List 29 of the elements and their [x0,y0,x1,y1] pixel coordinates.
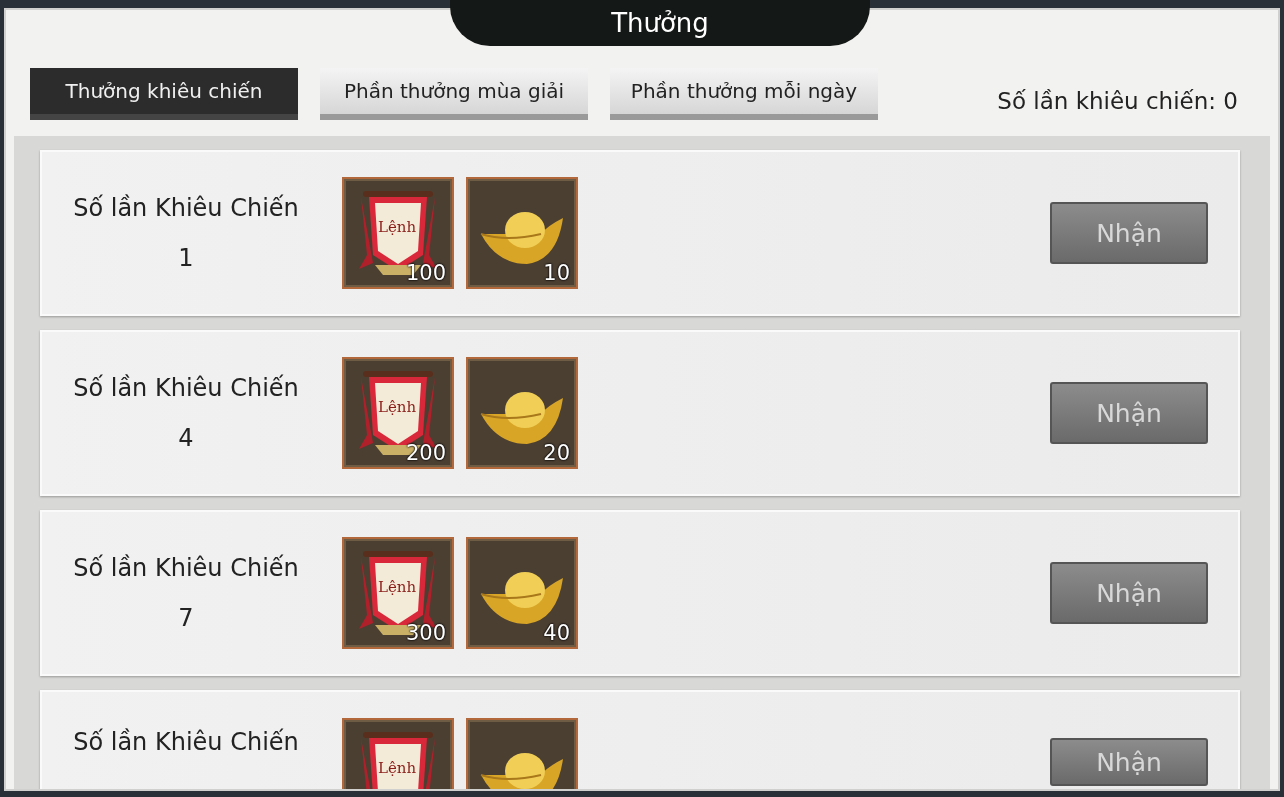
reward-item[interactable]: Lệnh 300 [342,537,454,649]
window-title: Thưởng [450,0,870,46]
item-quantity: 100 [405,261,446,285]
item-quantity: 10 [543,261,570,285]
tab[interactable]: Thưởng khiêu chiến [30,68,298,120]
challenge-number: 4 [178,424,194,452]
reward-item[interactable]: Lệnh [342,718,454,789]
item-quantity: 20 [543,441,570,465]
reward-item[interactable]: Lệnh 100 [342,177,454,289]
reward-item[interactable]: 10 [466,177,578,289]
tab[interactable]: Phần thưởng mỗi ngày [610,68,878,120]
row-label: Số lần Khiêu Chiến [73,728,299,756]
row-label: Số lần Khiêu Chiến [73,554,299,582]
item-quantity: 40 [543,621,570,645]
reward-item[interactable]: Lệnh 200 [342,357,454,469]
item-quantity: 200 [405,441,446,465]
reward-item[interactable]: 40 [466,537,578,649]
item-quantity: 300 [405,621,446,645]
banner-text: Lệnh [378,219,417,236]
banner-text: Lệnh [378,760,417,777]
banner-text: Lệnh [378,579,417,596]
reward-item[interactable]: 20 [466,357,578,469]
row-label: Số lần Khiêu Chiến [73,374,299,402]
row-label: Số lần Khiêu Chiến [73,194,299,222]
challenge-count: Số lần khiêu chiến: 0 [997,87,1238,114]
banner-text: Lệnh [378,399,417,416]
tab[interactable]: Phần thưởng mùa giải [320,68,588,120]
challenge-number: 1 [178,244,194,272]
challenge-number: 7 [178,604,194,632]
